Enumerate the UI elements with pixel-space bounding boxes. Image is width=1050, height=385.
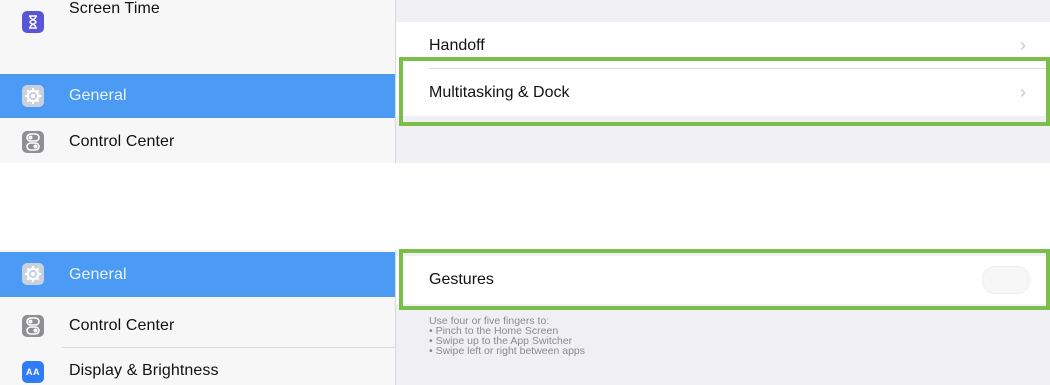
row-label: Handoff	[429, 36, 485, 54]
sidebar-item-display-brightness[interactable]: AA Display & Brightness	[0, 349, 395, 385]
highlight-box-multitasking	[399, 57, 1050, 126]
sidebar-item-general[interactable]: General	[0, 252, 395, 297]
sidebar-item-label: Display & Brightness	[69, 362, 219, 379]
gear-icon	[22, 85, 44, 107]
switches-icon	[22, 315, 44, 337]
gear-icon	[22, 263, 44, 285]
gestures-description: Use four or five fingers to: • Pinch to …	[429, 316, 586, 357]
display-brightness-icon: AA	[22, 361, 44, 383]
settings-sidebar: General Control Center AA Display & Brig…	[0, 250, 396, 385]
sidebar-item-control-center[interactable]: Control Center	[0, 304, 395, 348]
chevron-right-icon: ›	[1020, 35, 1026, 55]
sidebar-item-label: General	[69, 87, 127, 104]
hourglass-icon	[22, 11, 44, 33]
sidebar-item-label: General	[69, 265, 127, 283]
sidebar-item-general[interactable]: General	[0, 74, 395, 118]
sidebar-item-control-center[interactable]: Control Center	[0, 120, 395, 163]
gestures-description-item: • Swipe left or right between apps	[429, 345, 586, 357]
highlight-box-gestures	[399, 249, 1050, 310]
sidebar-item-screen-time[interactable]: Screen Time	[0, 0, 395, 33]
sidebar-item-label: Screen Time	[69, 0, 160, 17]
sidebar-item-label: Control Center	[69, 317, 175, 334]
settings-sidebar: Screen Time General Control Center	[0, 0, 396, 163]
sidebar-item-label: Control Center	[69, 133, 175, 150]
switches-icon	[22, 131, 44, 153]
